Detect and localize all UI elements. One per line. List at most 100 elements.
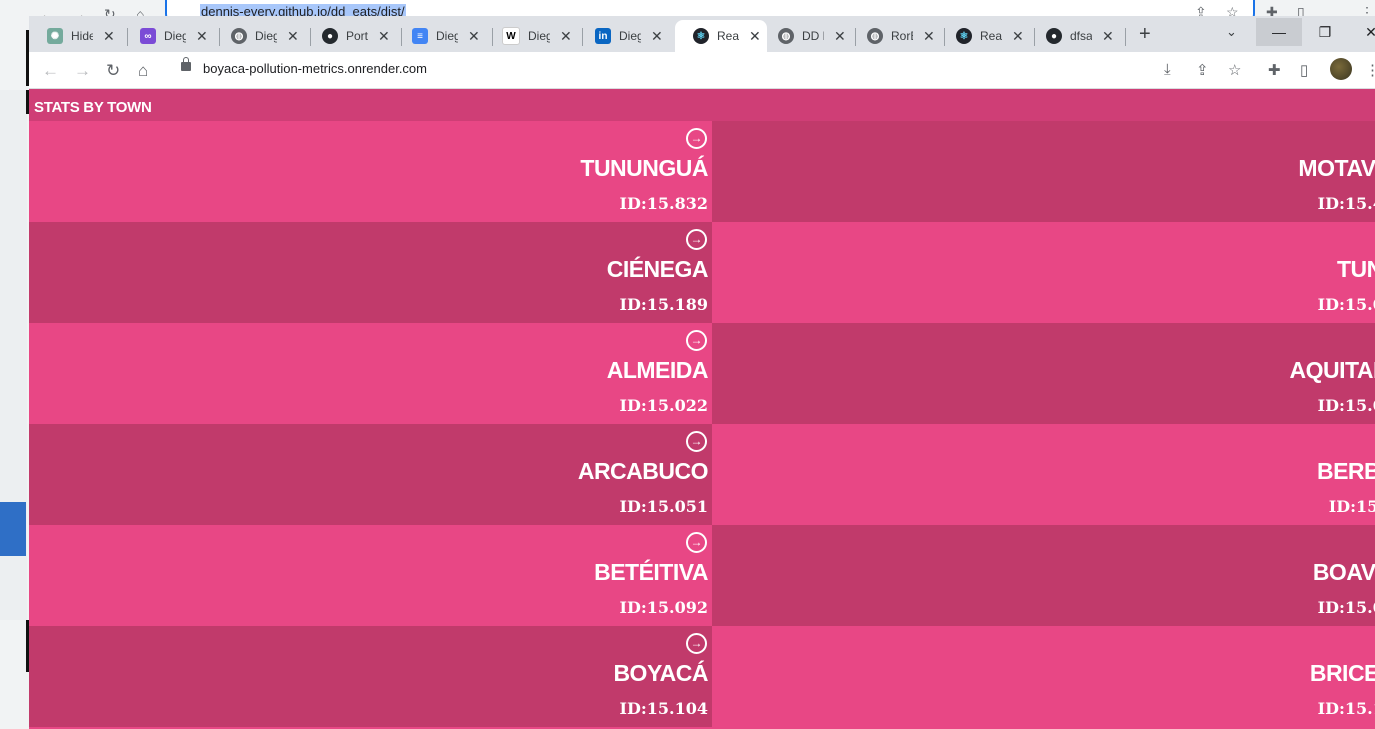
wikipedia-icon: W [502,27,520,45]
town-name: ARCABUCO [577,458,709,484]
tab-title: Dieg [164,29,186,43]
town-id: ID:15.00 [1317,295,1375,314]
tab-6[interactable]: W Dieg ✕ [484,20,572,52]
close-icon[interactable]: ✕ [103,28,115,45]
town-name: BOAVIT [1312,559,1375,585]
town-card[interactable]: →MOTAVITID:15.47 [712,121,1375,222]
close-icon[interactable]: ✕ [749,28,761,45]
town-name: CIÉNEGA [606,256,709,282]
forward-icon[interactable]: → [74,61,91,81]
address-bar[interactable]: boyaca-pollution-metrics.onrender.com [203,61,427,76]
arrow-circle-right-icon[interactable]: → [686,330,707,351]
bookmark-star-icon[interactable]: ☆ [1228,61,1241,79]
menu-icon[interactable]: ⋮ [1365,61,1375,79]
arrow-circle-right-icon[interactable]: → [686,128,707,149]
town-card[interactable]: → TUNUNGUÁ ID:15.832 [29,121,712,222]
town-id: ID:15.0 [1328,497,1375,516]
tab-title: Reac [980,29,1002,43]
tab-4[interactable]: ● Portf ✕ [304,20,390,52]
close-icon[interactable]: ✕ [923,28,935,45]
tab-title: Dieg [619,29,641,43]
town-id: ID:15.104 [619,699,709,718]
arrow-circle-right-icon[interactable]: → [686,431,707,452]
town-card[interactable]: → BETÉITIVA ID:15.092 [29,525,712,626]
tab-search-chevron-icon[interactable]: ⌄ [1226,24,1237,40]
town-card[interactable]: →TUNJID:15.00 [712,222,1375,323]
globe-icon: ◍ [231,28,247,44]
town-id: ID:15.092 [619,598,709,617]
tab-12[interactable]: ● dfsal ✕ [1028,20,1114,52]
browser-window: ✺ Hide ✕ ∞ Dieg ✕ ◍ Dieg ✕ ● Portf ✕ ≡ D… [29,16,1375,729]
town-card[interactable]: →BERBEID:15.0 [712,424,1375,525]
reload-icon[interactable]: ↻ [106,61,120,81]
town-name: TUNUNGUÁ [580,155,708,181]
town-id: ID:15.09 [1317,598,1375,617]
close-icon[interactable]: ✕ [1012,28,1024,45]
town-name: BRICEÑ [1309,660,1375,686]
arrow-circle-right-icon[interactable]: → [686,532,707,553]
town-id: ID:15.189 [619,295,709,314]
town-card[interactable]: →AQUITANIID:15.04 [712,323,1375,424]
close-icon[interactable]: ✕ [468,28,480,45]
tab-2[interactable]: ∞ Dieg ✕ [122,20,208,52]
town-card[interactable]: → CIÉNEGA ID:15.189 [29,222,712,323]
page-content: STATS BY TOWN → TUNUNGUÁ ID:15.832 → MOTAVIT… [29,89,1375,729]
install-app-icon[interactable]: ⤓ [1164,61,1171,78]
close-window-button[interactable]: ✕ [1348,18,1375,46]
back-icon[interactable]: ← [42,61,59,81]
tab-5[interactable]: ≡ Dieg ✕ [394,20,480,52]
tab-11[interactable]: ⚛ Reac ✕ [938,20,1024,52]
close-icon[interactable]: ✕ [560,28,572,45]
github-icon: ● [1046,28,1062,44]
profile-avatar[interactable] [1330,58,1352,80]
tab-10[interactable]: ◍ RorB ✕ [849,20,935,52]
town-id: ID:15.04 [1317,396,1375,415]
close-icon[interactable]: ✕ [1102,28,1114,45]
lock-icon [181,57,191,71]
tab-1[interactable]: ✺ Hide ✕ [29,20,115,52]
town-name: AQUITANI [1289,357,1375,383]
home-icon[interactable]: ⌂ [138,61,148,81]
tab-separator [1125,28,1126,46]
town-card[interactable]: →BOAVITID:15.09 [712,525,1375,626]
close-icon[interactable]: ✕ [287,28,299,45]
town-name: BETÉITIVA [594,559,708,585]
tab-9[interactable]: ◍ DD E ✕ [760,20,846,52]
town-card[interactable]: → ARCABUCO ID:15.051 [29,424,712,525]
extensions-icon[interactable]: ✚ [1268,61,1281,79]
town-id: ID:15.051 [619,497,709,516]
close-icon[interactable]: ✕ [378,28,390,45]
page-title: STATS BY TOWN [34,99,152,116]
docs-icon: ≡ [412,28,428,44]
app-icon: ∞ [140,28,156,44]
tab-8-active[interactable]: ⚛ Reac ✕ [675,20,767,52]
minimize-button[interactable]: — [1256,18,1302,46]
address-toolbar: ← → ↻ ⌂ boyaca-pollution-metrics.onrende… [29,52,1375,89]
town-card[interactable]: → ALMEIDA ID:15.022 [29,323,712,424]
tab-title: Portf [346,29,368,43]
arrow-circle-right-icon[interactable]: → [686,633,707,654]
close-icon[interactable]: ✕ [651,28,663,45]
linkedin-icon: in [595,28,611,44]
github-icon: ● [322,28,338,44]
tab-3[interactable]: ◍ Dieg ✕ [213,20,299,52]
page-header: STATS BY TOWN [29,89,1375,121]
town-id: ID:15.10 [1317,699,1375,718]
share-icon[interactable]: ⇪ [1196,61,1209,79]
town-card[interactable]: →BRICEÑID:15.10 [712,626,1375,727]
react-icon: ⚛ [693,28,709,44]
tab-title: Dieg [436,29,458,43]
close-icon[interactable]: ✕ [196,28,208,45]
town-name: BOYACÁ [613,660,708,686]
side-panel-icon[interactable]: ▯ [1300,61,1308,79]
town-name: ALMEIDA [606,357,709,383]
town-card[interactable]: → BOYACÁ ID:15.104 [29,626,712,727]
tab-7[interactable]: in Dieg ✕ [577,20,663,52]
town-name: MOTAVIT [1298,155,1375,181]
close-icon[interactable]: ✕ [834,28,846,45]
tab-title: RorB [891,29,913,43]
town-name: TUNJ [1336,256,1375,282]
maximize-button[interactable]: ❐ [1302,18,1348,46]
arrow-circle-right-icon[interactable]: → [686,229,707,250]
new-tab-plus-icon[interactable]: + [1139,23,1151,46]
